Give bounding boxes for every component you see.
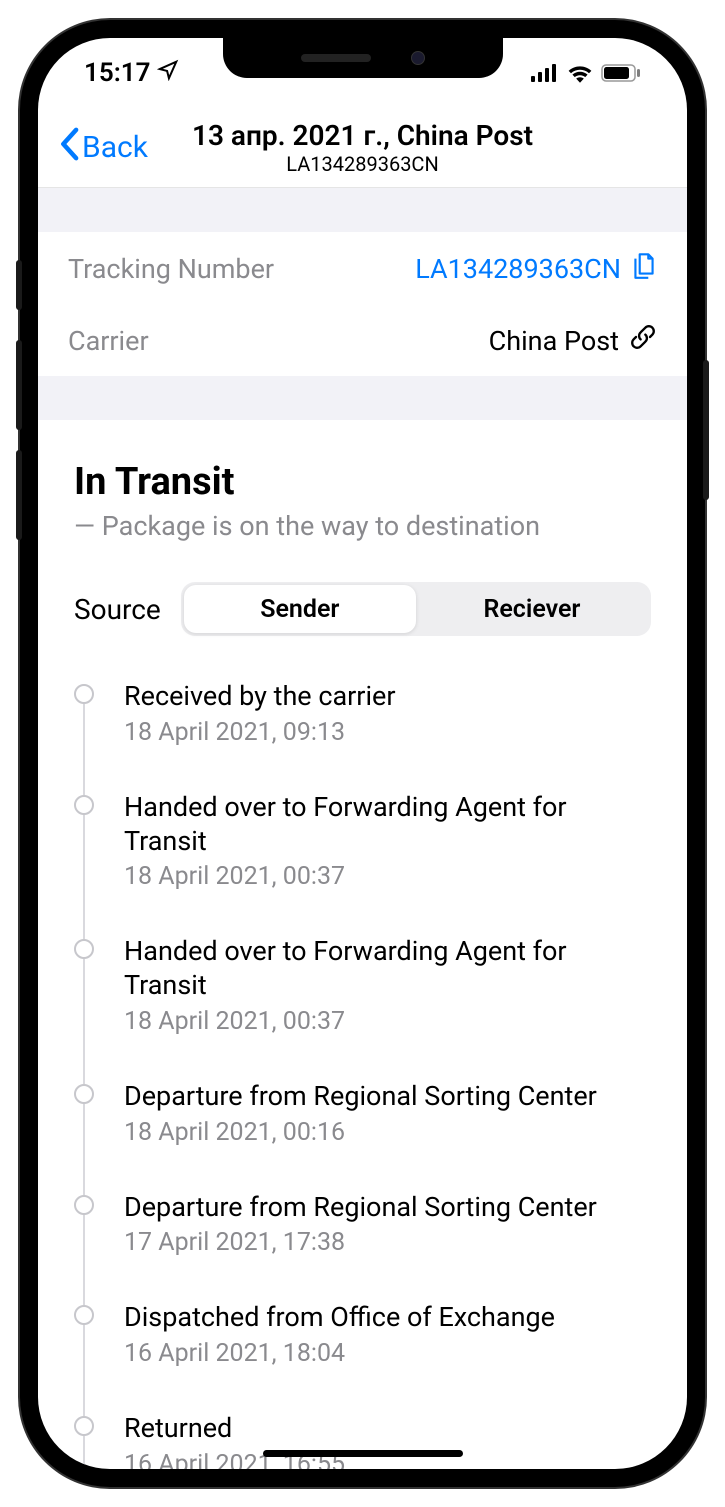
tracking-number-label: Tracking Number [68, 253, 274, 285]
event-date: 18 April 2021, 00:16 [124, 1118, 651, 1147]
segment-receiver[interactable]: Reciever [416, 585, 648, 633]
home-indicator[interactable] [263, 1450, 463, 1457]
carrier-label: Carrier [68, 325, 149, 357]
event-date: 17 April 2021, 17:38 [124, 1228, 651, 1257]
notch [223, 38, 503, 78]
event-title: Departure from Regional Sorting Center [124, 1191, 651, 1225]
side-button [16, 450, 22, 540]
back-label: Back [82, 130, 148, 165]
timeline-item: Departure from Regional Sorting Center 1… [74, 1191, 651, 1302]
section-gap [38, 376, 687, 420]
copy-icon[interactable] [631, 250, 657, 287]
event-date: 16 April 2021, 18:04 [124, 1339, 651, 1368]
chevron-left-icon [58, 127, 80, 169]
status-time: 15:17 [84, 58, 151, 88]
source-row: Source Sender Reciever [74, 582, 651, 636]
timeline-dot-icon [74, 1416, 94, 1436]
tracking-number-value[interactable]: LA134289363CN [415, 250, 657, 287]
timeline-item: Handed over to Forwarding Agent for Tran… [74, 791, 651, 936]
timeline-dot-icon [74, 1305, 94, 1325]
phone-frame: 15:17 [20, 20, 705, 1487]
nav-bar: Back 13 апр. 2021 г., China Post LA13428… [38, 108, 687, 188]
screen: 15:17 [38, 38, 687, 1469]
cellular-icon [531, 64, 559, 82]
event-date: 18 April 2021, 00:37 [124, 1007, 651, 1036]
side-button [16, 260, 22, 310]
timeline-dot-icon [74, 1084, 94, 1104]
main-content: In Transit — Package is on the way to de… [38, 420, 687, 1469]
timeline-dot-icon [74, 684, 94, 704]
speaker [301, 54, 371, 62]
timeline-dot-icon [74, 939, 94, 959]
camera [411, 51, 425, 65]
battery-icon [601, 64, 641, 82]
info-section: Tracking Number LA134289363CN Carrier [38, 232, 687, 376]
carrier-value[interactable]: China Post [489, 323, 657, 358]
event-title: Handed over to Forwarding Agent for Tran… [124, 791, 651, 859]
event-title: Received by the carrier [124, 680, 651, 714]
link-icon[interactable] [629, 323, 657, 358]
timeline-item: Returned 16 April 2021, 16:55 [74, 1412, 651, 1469]
timeline-dot-icon [74, 795, 94, 815]
source-label: Source [74, 593, 161, 626]
section-gap [38, 188, 687, 232]
segment-sender[interactable]: Sender [184, 585, 416, 633]
event-date: 18 April 2021, 00:37 [124, 862, 651, 891]
carrier-row: Carrier China Post [38, 305, 687, 376]
tracking-number-row: Tracking Number LA134289363CN [38, 232, 687, 305]
timeline-dot-icon [74, 1195, 94, 1215]
source-segmented-control: Sender Reciever [181, 582, 651, 636]
location-icon [157, 58, 179, 88]
event-title: Handed over to Forwarding Agent for Tran… [124, 935, 651, 1003]
side-button [16, 340, 22, 430]
timeline-item: Handed over to Forwarding Agent for Tran… [74, 935, 651, 1080]
side-button [703, 360, 709, 500]
timeline-item: Dispatched from Office of Exchange 16 Ap… [74, 1301, 651, 1412]
timeline-item: Received by the carrier 18 April 2021, 0… [74, 680, 651, 791]
status-description: — Package is on the way to destination [74, 510, 651, 542]
event-date: 18 April 2021, 09:13 [124, 718, 651, 747]
event-title: Departure from Regional Sorting Center [124, 1080, 651, 1114]
event-title: Returned [124, 1412, 651, 1446]
timeline-item: Departure from Regional Sorting Center 1… [74, 1080, 651, 1191]
wifi-icon [567, 63, 593, 83]
event-title: Dispatched from Office of Exchange [124, 1301, 651, 1335]
back-button[interactable]: Back [58, 127, 148, 169]
status-heading: In Transit [74, 460, 651, 504]
timeline: Received by the carrier 18 April 2021, 0… [74, 680, 651, 1469]
